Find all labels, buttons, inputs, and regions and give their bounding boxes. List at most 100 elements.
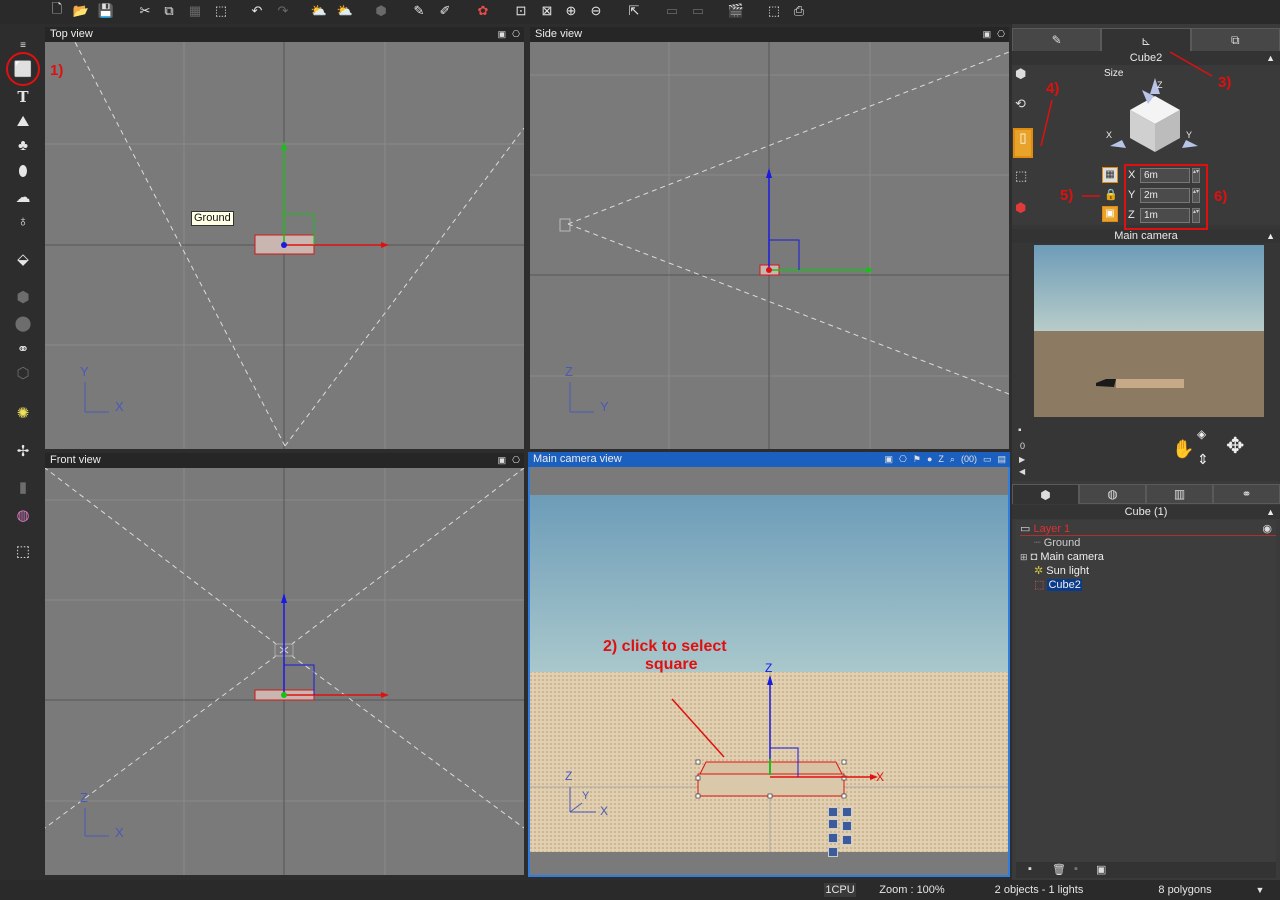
tree-icon[interactable]: ♣	[11, 134, 35, 156]
paint-icon[interactable]: ✎	[410, 2, 428, 20]
polygon-count[interactable]: 8 polygons	[1110, 883, 1260, 897]
clapper-icon[interactable]: 🎬	[727, 2, 745, 20]
size-x-spinner[interactable]: ▴▾	[1192, 168, 1200, 183]
twist-mode-button[interactable]	[842, 821, 852, 831]
main-camera-viewport[interactable]: Main camera view ▣ ⎔ ⚑ ● Z ⌕ (00) ▭ ▤ Z …	[528, 452, 1010, 877]
pan-hand-icon[interactable]: ✋	[1172, 439, 1194, 460]
terrain-icon[interactable]: ⛰	[11, 110, 35, 132]
top-viewport[interactable]: Top view ▣ ⎔ Ground Y X	[45, 27, 524, 449]
disabled-icon[interactable]: ▪	[1074, 863, 1078, 875]
rotation-icon[interactable]: ⟲	[1015, 96, 1026, 112]
scale-mode-button[interactable]	[828, 819, 838, 829]
redo-icon[interactable]: ↷	[274, 2, 292, 20]
chevron-down-icon[interactable]: ▼	[1254, 883, 1266, 897]
metablob-icon[interactable]: ⬤	[11, 312, 35, 334]
play-icon[interactable]: ▶	[1019, 455, 1025, 464]
settings-icon[interactable]: ▤	[997, 452, 1006, 467]
uniform-scale-icon[interactable]: ▦	[1102, 167, 1118, 183]
text-icon[interactable]: T	[11, 86, 35, 108]
camera-icon[interactable]: ⎔	[512, 453, 520, 468]
dolly-icon[interactable]: ⇕	[1197, 451, 1209, 468]
expand-icon[interactable]: ⊞	[1020, 552, 1028, 562]
keep-proportions-icon[interactable]: ▣	[1102, 206, 1118, 222]
save-icon[interactable]: 💾	[97, 2, 115, 20]
rewind-icon[interactable]: ◀	[1019, 467, 1025, 476]
material-icon[interactable]: ⬢	[1015, 200, 1026, 216]
zoom-region-icon[interactable]: ⊡	[512, 2, 530, 20]
add-layer-icon[interactable]: ▪	[1028, 863, 1032, 875]
color-palette-icon[interactable]: ✿	[474, 2, 492, 20]
size-tool-icon[interactable]: ▯	[1013, 128, 1033, 158]
side-viewport[interactable]: Side view ▣ ⎔ Z Y	[530, 27, 1009, 449]
tree-row-cube[interactable]: ⬚ Cube2	[1034, 578, 1082, 592]
size-y-spinner[interactable]: ▴▾	[1192, 188, 1200, 203]
tab-textures[interactable]: ▥	[1146, 484, 1213, 504]
select-box-icon[interactable]: ⬚	[765, 2, 783, 20]
size-y-field[interactable]: 2m	[1140, 188, 1190, 203]
tab-size[interactable]: ⊾	[1101, 28, 1191, 52]
world-mode-button[interactable]	[828, 847, 838, 857]
tab-material[interactable]: ✎	[1012, 28, 1102, 52]
tree-row-ground[interactable]: ┈ Ground	[1034, 536, 1080, 550]
zoom-in-icon[interactable]: ⊕	[562, 2, 580, 20]
object-export-icon[interactable]: ⬚	[11, 540, 35, 562]
paint-alt-icon[interactable]: ✐	[436, 2, 454, 20]
film-strip-alt-icon[interactable]: ▭	[689, 2, 707, 20]
camera-icon[interactable]: ⎔	[512, 27, 520, 42]
weather-alt-icon[interactable]: ⛅	[336, 2, 354, 20]
undo-icon[interactable]: ↶	[248, 2, 266, 20]
collapse-icon[interactable]: ▲	[1266, 229, 1275, 243]
size-gizmo[interactable]	[1100, 74, 1210, 166]
tree-row-camera[interactable]: ⊞ ◘ Main camera	[1020, 550, 1104, 564]
maximize-icon[interactable]: ▣	[498, 453, 507, 468]
rotate-mode-button[interactable]	[842, 807, 852, 817]
size-z-field[interactable]: 1m	[1140, 208, 1190, 223]
cube-icon[interactable]: ⬜	[11, 58, 35, 80]
film-icon[interactable]: ▭	[983, 452, 992, 467]
cloud-icon[interactable]: ☁	[11, 186, 35, 208]
zoom-out-icon[interactable]: ⊖	[587, 2, 605, 20]
open-file-icon[interactable]: 📂	[72, 2, 90, 20]
weather-icon[interactable]: ⛅	[310, 2, 328, 20]
maximize-icon[interactable]: ▣	[885, 452, 894, 467]
film-strip-icon[interactable]: ▭	[663, 2, 681, 20]
front-viewport[interactable]: Front view ▣ ⎔ Z X	[45, 453, 524, 875]
eye-icon[interactable]: ◉	[1262, 522, 1272, 536]
tree-row-sunlight[interactable]: ✲ Sun light	[1034, 564, 1089, 578]
rotate-view-icon[interactable]: ✥	[1226, 433, 1244, 459]
size-x-field[interactable]: 6m	[1140, 168, 1190, 183]
modifier-icon[interactable]: ⬡	[11, 362, 35, 384]
paste-icon[interactable]: ▦	[186, 2, 204, 20]
tree-row-layer[interactable]: ▭ Layer 1 ◉	[1020, 522, 1276, 536]
save-view-icon[interactable]: ▪	[1018, 425, 1022, 436]
cut-icon[interactable]: ✂	[136, 2, 154, 20]
zoom-axis-label[interactable]: Z	[938, 452, 944, 467]
bar-chart-icon[interactable]: ▮	[11, 476, 35, 498]
collapse-icon[interactable]: ▲	[1266, 505, 1275, 519]
lock-icon[interactable]: 🔒	[1104, 188, 1118, 201]
tab-objects[interactable]: ⬢	[1012, 484, 1079, 504]
group-icon[interactable]: ▣	[1096, 863, 1106, 876]
link-icon[interactable]: ⚭	[11, 338, 35, 360]
flag-icon[interactable]: ⚑	[913, 452, 921, 467]
fan-icon[interactable]: ✢	[11, 440, 35, 462]
camera-export-icon[interactable]: ⇱	[625, 2, 643, 20]
import-object-icon[interactable]: ⬙	[11, 248, 35, 270]
dot-icon[interactable]: ●	[927, 452, 932, 467]
twist-icon[interactable]: ⬚	[1015, 168, 1027, 184]
maximize-icon[interactable]: ▣	[983, 27, 992, 42]
render-icon[interactable]: ⎙	[790, 2, 808, 20]
camera-icon[interactable]: ⎔	[899, 452, 907, 467]
globe-icon[interactable]: ◍	[11, 504, 35, 526]
maximize-icon[interactable]: ▣	[498, 27, 507, 42]
position-icon[interactable]: ⬢	[1015, 66, 1026, 82]
light-icon[interactable]: ✺	[11, 402, 35, 424]
delete-icon[interactable]: 🗑	[1052, 863, 1066, 876]
zoom-readout[interactable]: (00)	[961, 452, 977, 467]
size-mode-button[interactable]	[828, 833, 838, 843]
planet-icon[interactable]: ♁	[11, 210, 35, 232]
rock-icon[interactable]: ⬮	[11, 160, 35, 182]
preview-image[interactable]	[1034, 245, 1264, 417]
search-icon[interactable]: ⌕	[950, 452, 955, 467]
collapse-icon[interactable]: ▲	[1266, 51, 1275, 65]
